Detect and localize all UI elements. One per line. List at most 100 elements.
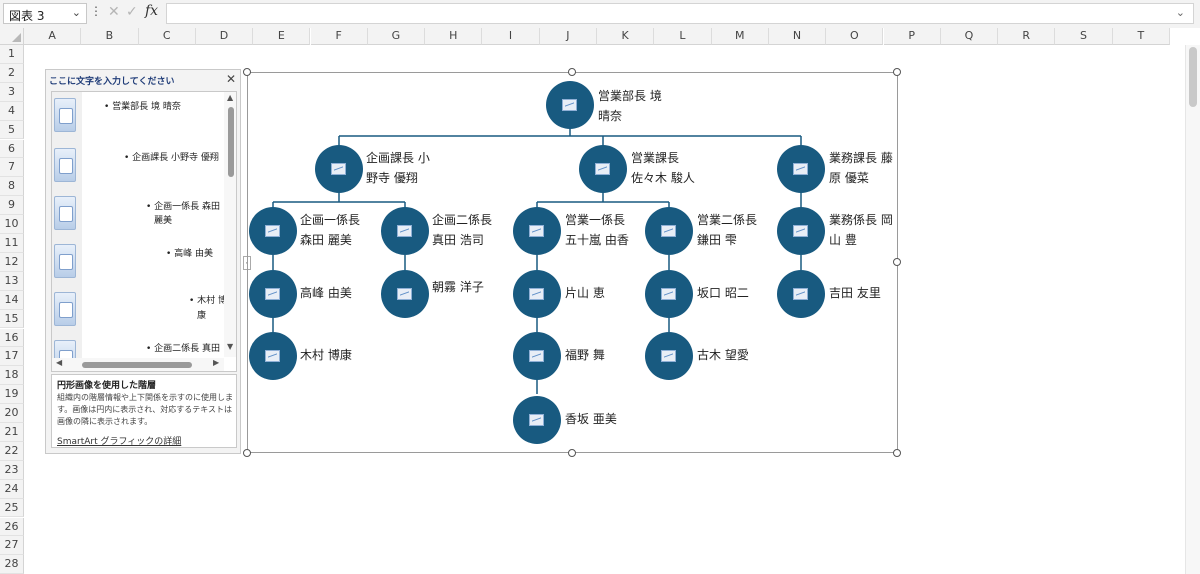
column-header[interactable]: Q: [940, 28, 999, 45]
resize-handle[interactable]: [243, 449, 251, 457]
column-header[interactable]: R: [998, 28, 1056, 45]
vertical-scrollbar[interactable]: [1185, 45, 1200, 574]
org-node-label[interactable]: 香坂 亜美: [565, 409, 617, 429]
resize-handle[interactable]: [568, 449, 576, 457]
org-node-label[interactable]: 高峰 由美: [300, 283, 352, 303]
row-header[interactable]: 7: [0, 158, 24, 178]
org-node-label[interactable]: 坂口 昭二: [697, 283, 749, 303]
picture-placeholder-icon[interactable]: [54, 98, 76, 132]
org-node-picture[interactable]: [381, 207, 429, 255]
org-node-picture[interactable]: [513, 396, 561, 444]
row-header[interactable]: 12: [0, 252, 24, 272]
row-header[interactable]: 8: [0, 177, 24, 197]
row-header[interactable]: 21: [0, 423, 24, 442]
org-node-picture[interactable]: [513, 332, 561, 380]
org-node-label[interactable]: 福野 舞: [565, 345, 605, 365]
org-node-picture[interactable]: [777, 207, 825, 255]
org-node-picture[interactable]: [777, 145, 825, 193]
list-item[interactable]: • 企画二係長 真田: [146, 342, 220, 356]
column-header[interactable]: K: [597, 28, 655, 45]
scroll-thumb[interactable]: [82, 362, 192, 368]
row-header[interactable]: 1: [0, 45, 24, 64]
row-header[interactable]: 6: [0, 139, 24, 159]
org-node-label[interactable]: 業務係長 岡山 豊: [829, 210, 893, 250]
chevron-down-icon[interactable]: ⌄: [72, 6, 81, 19]
org-node-picture[interactable]: [315, 145, 363, 193]
picture-placeholder-icon[interactable]: [54, 148, 76, 182]
resize-handle[interactable]: [893, 449, 901, 457]
list-vscroll[interactable]: ▲ ▼: [224, 92, 236, 357]
column-header[interactable]: G: [367, 28, 426, 45]
org-node-label[interactable]: 片山 恵: [565, 283, 605, 303]
list-item[interactable]: • 営業部長 境 晴奈: [104, 100, 181, 114]
column-header[interactable]: M: [711, 28, 769, 45]
row-header[interactable]: 15: [0, 309, 24, 329]
row-header[interactable]: 24: [0, 479, 24, 499]
org-node-picture[interactable]: [645, 207, 693, 255]
org-node-picture[interactable]: [777, 270, 825, 318]
org-node-label[interactable]: 営業部長 境晴奈: [598, 86, 662, 126]
row-header[interactable]: 23: [0, 460, 24, 480]
org-node-picture[interactable]: [546, 81, 594, 129]
enter-check-icon[interactable]: ✓: [126, 4, 138, 20]
name-box[interactable]: 図表 3 ⌄: [3, 3, 87, 24]
column-header[interactable]: N: [768, 28, 827, 45]
resize-handle[interactable]: [893, 68, 901, 76]
org-node-picture[interactable]: [579, 145, 627, 193]
org-node-picture[interactable]: [513, 270, 561, 318]
org-node-picture[interactable]: [381, 270, 429, 318]
scroll-up-icon[interactable]: ▲: [227, 93, 233, 102]
list-item[interactable]: • 企画課長 小野寺 優翔: [124, 151, 219, 165]
column-header[interactable]: I: [482, 28, 540, 45]
org-node-label[interactable]: 営業課長 佐々木 駿人: [631, 148, 695, 188]
org-node-picture[interactable]: [645, 332, 693, 380]
picture-placeholder-icon[interactable]: [54, 292, 76, 326]
org-node-label[interactable]: 営業二係長 鎌田 雫: [697, 210, 757, 250]
org-node-picture[interactable]: [249, 207, 297, 255]
org-node-label[interactable]: 企画課長 小野寺 優翔: [366, 148, 430, 188]
select-all-corner[interactable]: [0, 28, 24, 45]
row-header[interactable]: 9: [0, 196, 24, 216]
scroll-down-icon[interactable]: ▼: [227, 342, 233, 351]
row-header[interactable]: 28: [0, 555, 24, 574]
org-node-picture[interactable]: [249, 332, 297, 380]
row-header[interactable]: 13: [0, 271, 24, 291]
column-header[interactable]: B: [81, 28, 139, 45]
column-header[interactable]: S: [1055, 28, 1113, 45]
org-node-label[interactable]: 業務課長 藤原 優菜: [829, 148, 893, 188]
cancel-icon[interactable]: ✕: [108, 4, 120, 20]
org-node-label[interactable]: 企画二係長 真田 浩司: [432, 210, 492, 250]
org-node-label[interactable]: 企画一係長 森田 麗美: [300, 210, 360, 250]
list-item[interactable]: • 木村 博: [189, 294, 227, 308]
org-node-label[interactable]: 古木 望愛: [697, 345, 749, 365]
org-node-label[interactable]: 吉田 友里: [829, 283, 881, 303]
smartart-frame[interactable]: [247, 72, 898, 453]
column-header[interactable]: A: [24, 28, 82, 45]
org-node-label[interactable]: 営業一係長 五十嵐 由香: [565, 210, 629, 250]
scroll-right-icon[interactable]: ▶: [213, 358, 219, 367]
column-header[interactable]: P: [883, 28, 941, 45]
row-header[interactable]: 19: [0, 385, 24, 405]
row-header[interactable]: 26: [0, 517, 24, 537]
column-header[interactable]: J: [539, 28, 597, 45]
resize-handle[interactable]: [893, 258, 901, 266]
smartart-details-link[interactable]: SmartArt グラフィックの詳細: [57, 434, 181, 447]
expand-formula-icon[interactable]: ⌄: [1176, 6, 1185, 19]
row-header[interactable]: 2: [0, 63, 24, 83]
row-header[interactable]: 27: [0, 536, 24, 556]
picture-placeholder-icon[interactable]: [54, 196, 76, 230]
column-header[interactable]: C: [138, 28, 196, 45]
column-header[interactable]: D: [195, 28, 254, 45]
org-node-label[interactable]: 朝霧 洋子: [432, 277, 484, 297]
row-header[interactable]: 18: [0, 366, 24, 386]
column-header[interactable]: F: [310, 28, 368, 45]
insert-function-icon[interactable]: fx: [145, 3, 158, 19]
row-header[interactable]: 14: [0, 290, 24, 310]
row-header[interactable]: 5: [0, 120, 24, 140]
list-hscroll[interactable]: ◀ ▶: [52, 358, 224, 371]
org-node-picture[interactable]: [513, 207, 561, 255]
resize-handle[interactable]: [243, 68, 251, 76]
row-header[interactable]: 20: [0, 404, 24, 423]
column-header[interactable]: E: [253, 28, 311, 45]
row-header[interactable]: 11: [0, 234, 24, 253]
